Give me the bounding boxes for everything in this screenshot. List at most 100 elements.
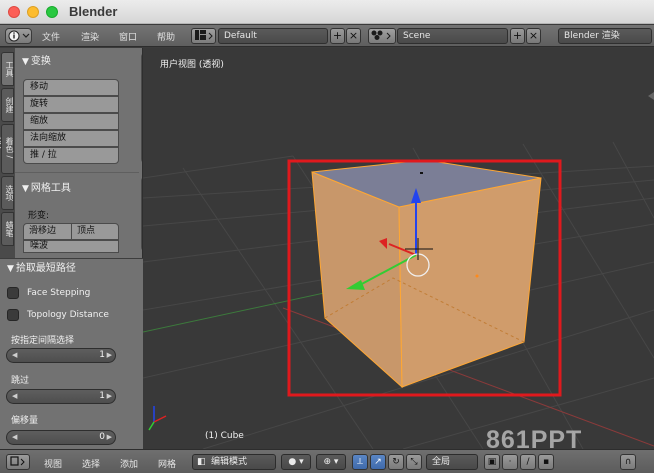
scale-manipulator-button[interactable]: ⤡ bbox=[406, 454, 422, 470]
tab-grease-pencil[interactable]: 蜡笔 bbox=[1, 212, 14, 246]
window-title-bar: Blender bbox=[0, 0, 654, 24]
solid-shading-icon: ● ▾ bbox=[288, 457, 304, 467]
tab-create-label: 创建 bbox=[5, 97, 14, 113]
mini-axis-y bbox=[148, 421, 155, 431]
panel-divider bbox=[15, 172, 139, 173]
topology-distance-checkbox[interactable] bbox=[7, 309, 19, 321]
add-scene-button[interactable]: + bbox=[510, 28, 525, 44]
scale-button[interactable]: 缩放 bbox=[23, 113, 119, 130]
increment-arrow-icon[interactable]: ▶ bbox=[107, 390, 112, 403]
decrement-arrow-icon[interactable]: ◀ bbox=[12, 390, 17, 403]
properties-region-toggle-icon[interactable] bbox=[648, 92, 654, 100]
cube-left-face bbox=[311, 171, 403, 389]
manipulator-icon: ⟂ bbox=[356, 457, 363, 467]
decrement-arrow-icon[interactable]: ◀ bbox=[12, 349, 17, 362]
cube-editor-icon bbox=[10, 456, 25, 466]
screen-layout-icon bbox=[194, 30, 213, 40]
scene-field[interactable]: Scene bbox=[397, 28, 508, 44]
mesh-tools-panel-title: 网格工具 bbox=[30, 183, 71, 194]
layer-icon: ▣ bbox=[487, 457, 497, 467]
increment-arrow-icon[interactable]: ▶ bbox=[107, 349, 112, 362]
render-engine-dropdown[interactable]: Blender 渲染 bbox=[558, 28, 652, 44]
panel-expanded-icon: ▼ bbox=[22, 57, 29, 67]
menu-select[interactable]: 选择 bbox=[82, 457, 100, 470]
close-window-button[interactable] bbox=[8, 6, 20, 18]
shrink-fatten-button[interactable]: 法向缩放 bbox=[23, 130, 119, 147]
menu-add[interactable]: 添加 bbox=[120, 457, 138, 470]
close-icon: × bbox=[528, 29, 539, 42]
menu-file[interactable]: 文件 bbox=[42, 30, 60, 43]
tab-tools-label: 工具 bbox=[5, 61, 14, 77]
menu-view[interactable]: 视图 bbox=[44, 457, 62, 470]
magnet-icon: ∩ bbox=[624, 457, 632, 467]
info-header: 文件 渲染 窗口 帮助 Default + × Scene + × Blende… bbox=[0, 25, 654, 47]
rotate-button[interactable]: 旋转 bbox=[23, 96, 119, 113]
rotate-manipulator-button[interactable]: ↻ bbox=[388, 454, 404, 470]
3d-viewport[interactable]: 用户视图 (透视) (1) Cube bbox=[143, 48, 654, 449]
decrement-arrow-icon[interactable]: ◀ bbox=[12, 431, 17, 444]
skip-field[interactable]: ◀ 1 ▶ bbox=[6, 389, 116, 404]
panel-expanded-icon: ▼ bbox=[22, 184, 29, 194]
face-select-button[interactable]: ▪ bbox=[538, 454, 554, 470]
slide-edge-button[interactable]: 滑移边 bbox=[23, 223, 72, 240]
face-stepping-checkbox[interactable] bbox=[7, 287, 19, 299]
selected-vertex[interactable] bbox=[475, 274, 479, 278]
tab-options[interactable]: 选项 bbox=[1, 176, 14, 210]
rotate-icon: ↻ bbox=[392, 457, 400, 467]
mesh-tools-panel-header[interactable]: ▼ 网格工具 bbox=[22, 179, 71, 194]
zoom-window-button[interactable] bbox=[46, 6, 58, 18]
transform-panel-header[interactable]: ▼ 变换 bbox=[22, 52, 51, 67]
menu-mesh[interactable]: 网格 bbox=[158, 457, 176, 470]
render-engine-label: Blender 渲染 bbox=[564, 31, 620, 41]
viewport-shading-dropdown[interactable]: ● ▾ bbox=[281, 454, 311, 470]
orientation-label: 全局 bbox=[432, 457, 451, 467]
transform-orientation-dropdown[interactable]: 全局 bbox=[426, 454, 478, 470]
mode-dropdown[interactable]: ◧ 编辑模式 bbox=[192, 454, 276, 470]
menu-render[interactable]: 渲染 bbox=[81, 30, 99, 43]
edit-mode-icon: ◧ bbox=[197, 457, 206, 467]
screen-layout-field[interactable]: Default bbox=[218, 28, 328, 44]
translate-manipulator-button[interactable]: ↗ bbox=[370, 454, 386, 470]
screen-layout-selector-button[interactable] bbox=[191, 28, 216, 44]
move-button[interactable]: 移动 bbox=[23, 79, 119, 96]
tab-shading-uv[interactable]: 着色 / UV bbox=[0, 124, 14, 174]
vertex-select-button[interactable]: · bbox=[502, 454, 518, 470]
tab-create[interactable]: 创建 bbox=[1, 88, 14, 122]
menu-window[interactable]: 窗口 bbox=[119, 30, 137, 43]
window-title: Blender bbox=[69, 4, 118, 19]
edge-select-button[interactable]: / bbox=[520, 454, 536, 470]
snap-button[interactable]: ∩ bbox=[620, 454, 636, 470]
slide-vertex-button[interactable]: 顶点 bbox=[71, 223, 119, 240]
cube-right-face bbox=[398, 177, 542, 388]
tab-shading-uv-label: 着色 / UV bbox=[0, 137, 14, 159]
plus-icon: + bbox=[332, 29, 343, 42]
tab-options-label: 选项 bbox=[5, 185, 14, 201]
increment-arrow-icon[interactable]: ▶ bbox=[107, 431, 112, 444]
minimize-window-button[interactable] bbox=[27, 6, 39, 18]
object-info-label: (1) Cube bbox=[205, 431, 244, 441]
top-face-dot bbox=[420, 172, 423, 174]
add-screen-button[interactable]: + bbox=[330, 28, 345, 44]
operator-panel-header[interactable]: ▼ 拾取最短路径 bbox=[7, 259, 76, 274]
scene-selector-button[interactable] bbox=[368, 28, 396, 44]
menu-help[interactable]: 帮助 bbox=[157, 30, 175, 43]
pivot-point-dropdown[interactable]: ⊕ ▾ bbox=[316, 454, 346, 470]
push-pull-button[interactable]: 推 / 拉 bbox=[23, 147, 119, 164]
nth-selection-field[interactable]: ◀ 1 ▶ bbox=[6, 348, 116, 363]
tab-tools[interactable]: 工具 bbox=[1, 52, 14, 86]
delete-screen-button[interactable]: × bbox=[346, 28, 361, 44]
layer-button[interactable]: ▣ bbox=[484, 454, 500, 470]
view-name-label: 用户视图 (透视) bbox=[160, 60, 224, 70]
3d-view-header: 视图 选择 添加 网格 ◧ 编辑模式 ● ▾ ⊕ ▾ ⟂ ↗ ↻ ⤡ 全局 ▣ … bbox=[0, 449, 654, 473]
editor-type-button[interactable] bbox=[5, 28, 32, 44]
skip-value: 1 bbox=[99, 391, 105, 401]
3d-view-editor-type-button[interactable] bbox=[6, 454, 30, 470]
delete-scene-button[interactable]: × bbox=[526, 28, 541, 44]
transform-panel-title: 变换 bbox=[30, 56, 51, 67]
manipulator-toggle-button[interactable]: ⟂ bbox=[352, 454, 368, 470]
plus-icon: + bbox=[512, 29, 523, 42]
noise-button[interactable]: 噪波 bbox=[23, 240, 119, 253]
arrow-icon: ↗ bbox=[374, 457, 382, 467]
operator-panel-title: 拾取最短路径 bbox=[15, 263, 76, 274]
offset-field[interactable]: ◀ 0 ▶ bbox=[6, 430, 116, 445]
